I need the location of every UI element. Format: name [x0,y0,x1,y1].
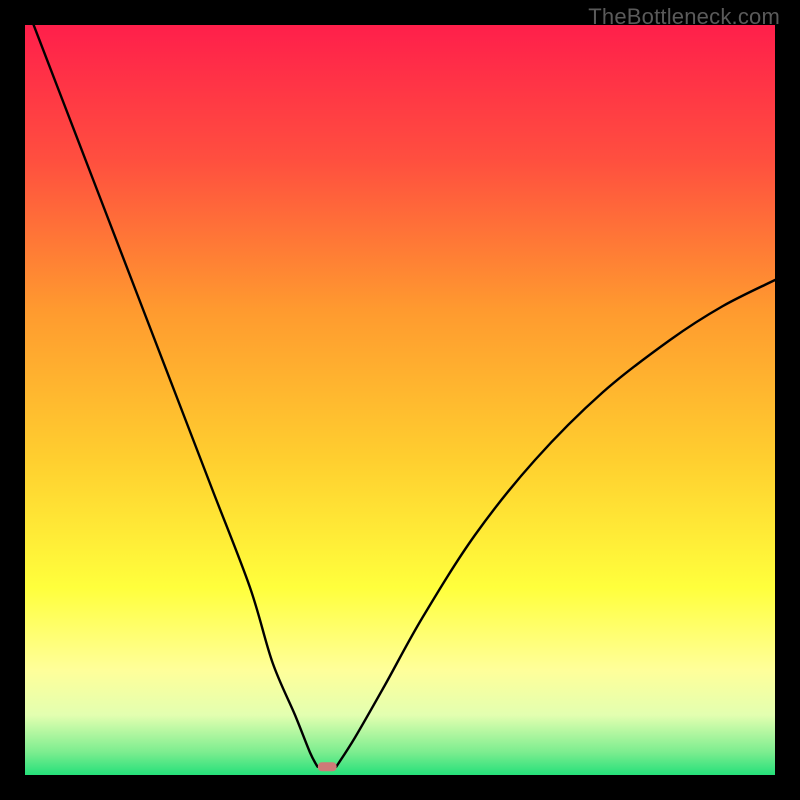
chart-frame: TheBottleneck.com [0,0,800,800]
watermark-text: TheBottleneck.com [588,4,780,30]
min-marker [318,762,337,771]
plot-background [25,25,775,775]
chart-svg [25,25,775,775]
